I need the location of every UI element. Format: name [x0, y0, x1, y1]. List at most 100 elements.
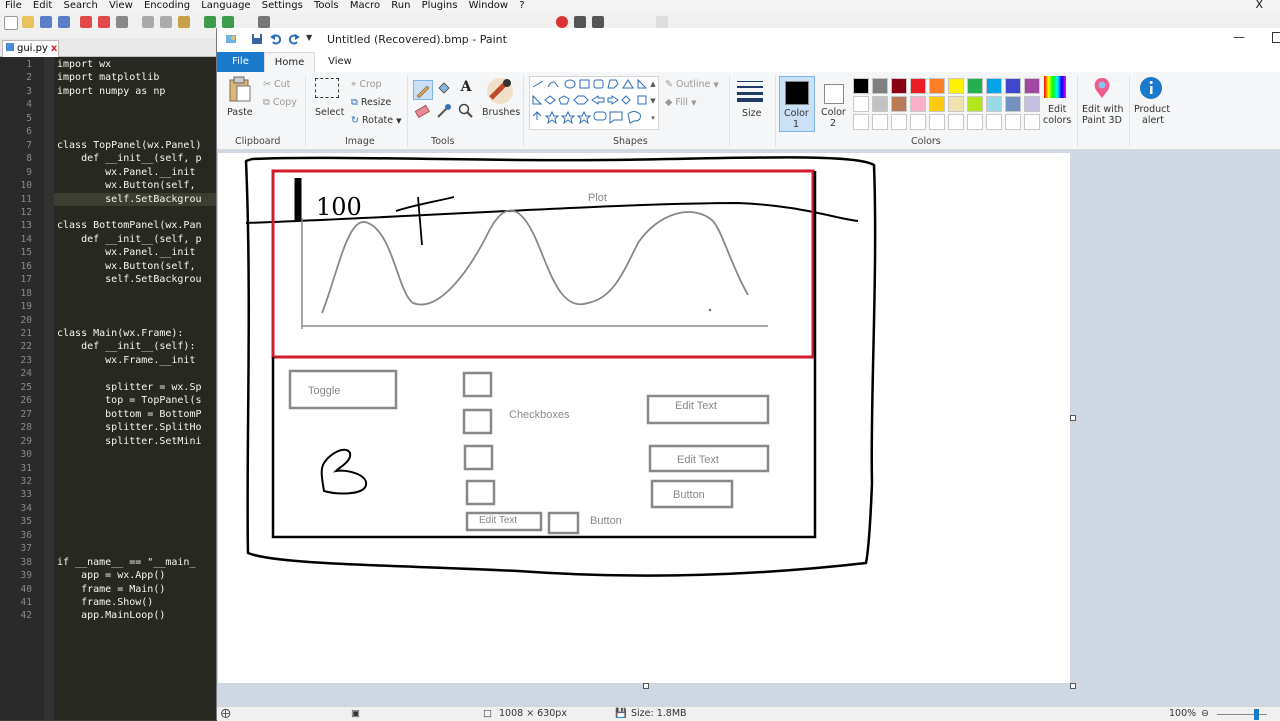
palette-color-swatch[interactable]	[910, 96, 926, 112]
play-macro-icon[interactable]	[592, 16, 604, 28]
minimize-button[interactable]: —	[1233, 30, 1245, 44]
palette-custom-swatch[interactable]	[1024, 114, 1040, 130]
palette-color-swatch[interactable]	[872, 78, 888, 94]
canvas-resize-handle-corner[interactable]	[1070, 683, 1076, 689]
palette-color-swatch[interactable]	[986, 96, 1002, 112]
palette-color-swatch[interactable]	[986, 78, 1002, 94]
copy-icon[interactable]	[160, 16, 172, 28]
palette-custom-swatch[interactable]	[891, 114, 907, 130]
close-all-icon[interactable]	[98, 16, 110, 28]
palette-color-swatch[interactable]	[891, 96, 907, 112]
npp-close-button[interactable]: X	[1255, 0, 1263, 11]
brushes-button[interactable]: Brushes	[481, 76, 520, 132]
undo-icon[interactable]	[204, 16, 216, 28]
tab-home[interactable]: Home	[264, 52, 315, 73]
palette-color-swatch[interactable]	[1024, 96, 1040, 112]
fill-button[interactable]: ◆ Fill ▼	[665, 97, 696, 108]
tab-view[interactable]: View	[325, 52, 355, 72]
shapes-gallery[interactable]	[529, 76, 659, 130]
npp-menu-search[interactable]: Search	[63, 0, 97, 11]
close-file-icon[interactable]	[80, 16, 92, 28]
zoom-slider[interactable]	[1217, 714, 1267, 715]
palette-custom-swatch[interactable]	[929, 114, 945, 130]
palette-color-swatch[interactable]	[929, 78, 945, 94]
select-button[interactable]: Select	[313, 78, 344, 130]
stop-macro-icon[interactable]	[574, 16, 586, 28]
palette-color-swatch[interactable]	[967, 78, 983, 94]
npp-menu-view[interactable]: View	[109, 0, 133, 11]
npp-menu-window[interactable]: Window	[469, 0, 508, 11]
palette-custom-swatch[interactable]	[910, 114, 926, 130]
npp-tab-close-icon[interactable]: x	[51, 43, 57, 54]
copy-button[interactable]: ⧉ Copy	[263, 97, 297, 108]
palette-custom-swatch[interactable]	[967, 114, 983, 130]
quick-save-icon[interactable]	[251, 33, 263, 45]
palette-custom-swatch[interactable]	[1005, 114, 1021, 130]
resize-button[interactable]: ⧉ Resize	[351, 97, 391, 108]
npp-menu-run[interactable]: Run	[391, 0, 410, 11]
rotate-button[interactable]: ↻ Rotate ▼	[351, 115, 402, 126]
npp-code-editor[interactable]: 1 import wx 2 import matplotlib 3 import nump…	[0, 57, 216, 720]
print-icon[interactable]	[116, 16, 128, 28]
npp-menu-language[interactable]: Language	[201, 0, 250, 11]
npp-menu-file[interactable]: File	[5, 0, 22, 11]
new-file-icon[interactable]	[4, 16, 18, 30]
palette-color-swatch[interactable]	[1005, 96, 1021, 112]
redo-icon[interactable]	[288, 33, 300, 45]
text-tool[interactable]: A	[457, 79, 475, 97]
palette-color-swatch[interactable]	[1024, 78, 1040, 94]
maximize-button[interactable]	[1272, 32, 1280, 43]
tab-file[interactable]: File	[217, 52, 264, 72]
palette-color-swatch[interactable]	[948, 96, 964, 112]
npp-tab-gui-py[interactable]: gui.py x	[2, 40, 59, 57]
save-icon[interactable]	[40, 16, 52, 28]
color1-button[interactable]: Color 1	[779, 76, 815, 132]
drawing-canvas[interactable]: 100 Plot Toggle Checkboxes Edit Text Edi…	[218, 153, 1070, 683]
edit-colors-button[interactable]: Edit colors	[1039, 76, 1073, 132]
outline-button[interactable]: ✎ Outline ▼	[665, 79, 719, 90]
palette-color-swatch[interactable]	[853, 96, 869, 112]
npp-menu-edit[interactable]: Edit	[33, 0, 52, 11]
npp-menu-help[interactable]: ?	[519, 0, 524, 11]
crop-button[interactable]: ⌖ Crop	[351, 79, 382, 90]
save-all-icon[interactable]	[58, 16, 70, 28]
canvas-resize-handle-right[interactable]	[1070, 415, 1076, 421]
undo-icon[interactable]	[270, 33, 282, 45]
palette-color-swatch[interactable]	[910, 78, 926, 94]
magnifier-tool[interactable]	[457, 102, 475, 120]
customize-qat-icon[interactable]: ▼	[306, 33, 318, 45]
canvas-area[interactable]: 100 Plot Toggle Checkboxes Edit Text Edi…	[217, 150, 1280, 710]
cut-button[interactable]: ✂ Cut	[263, 79, 290, 90]
shapes-scroll[interactable]: ▲ ▼ ▾	[649, 76, 657, 128]
palette-custom-swatch[interactable]	[986, 114, 1002, 130]
palette-color-swatch[interactable]	[853, 78, 869, 94]
npp-menu-macro[interactable]: Macro	[350, 0, 380, 11]
redo-icon[interactable]	[222, 16, 234, 28]
palette-color-swatch[interactable]	[929, 96, 945, 112]
pencil-tool[interactable]	[413, 80, 433, 100]
npp-menu-tools[interactable]: Tools	[314, 0, 339, 11]
record-macro-icon[interactable]	[556, 16, 568, 28]
palette-color-swatch[interactable]	[872, 96, 888, 112]
palette-color-swatch[interactable]	[967, 96, 983, 112]
npp-menu-plugins[interactable]: Plugins	[422, 0, 458, 11]
fill-tool[interactable]	[435, 80, 453, 98]
open-file-icon[interactable]	[22, 16, 34, 28]
zoom-slider-thumb[interactable]	[1254, 709, 1259, 720]
paste-button[interactable]: Paste	[225, 76, 255, 128]
spellcheck-icon[interactable]	[656, 16, 668, 28]
eraser-tool[interactable]	[413, 102, 431, 120]
product-alert-button[interactable]: Product alert	[1131, 76, 1171, 132]
color2-button[interactable]: Color 2	[817, 76, 851, 130]
palette-color-swatch[interactable]	[948, 78, 964, 94]
edit-with-paint3d-button[interactable]: Edit with Paint 3D	[1079, 76, 1125, 132]
paste-icon[interactable]	[178, 16, 190, 28]
palette-custom-swatch[interactable]	[948, 114, 964, 130]
color-picker-tool[interactable]	[435, 102, 453, 120]
palette-color-swatch[interactable]	[1005, 78, 1021, 94]
palette-color-swatch[interactable]	[891, 78, 907, 94]
find-icon[interactable]	[258, 16, 270, 28]
palette-custom-swatch[interactable]	[853, 114, 869, 130]
palette-custom-swatch[interactable]	[872, 114, 888, 130]
size-button[interactable]: Size	[735, 78, 769, 134]
